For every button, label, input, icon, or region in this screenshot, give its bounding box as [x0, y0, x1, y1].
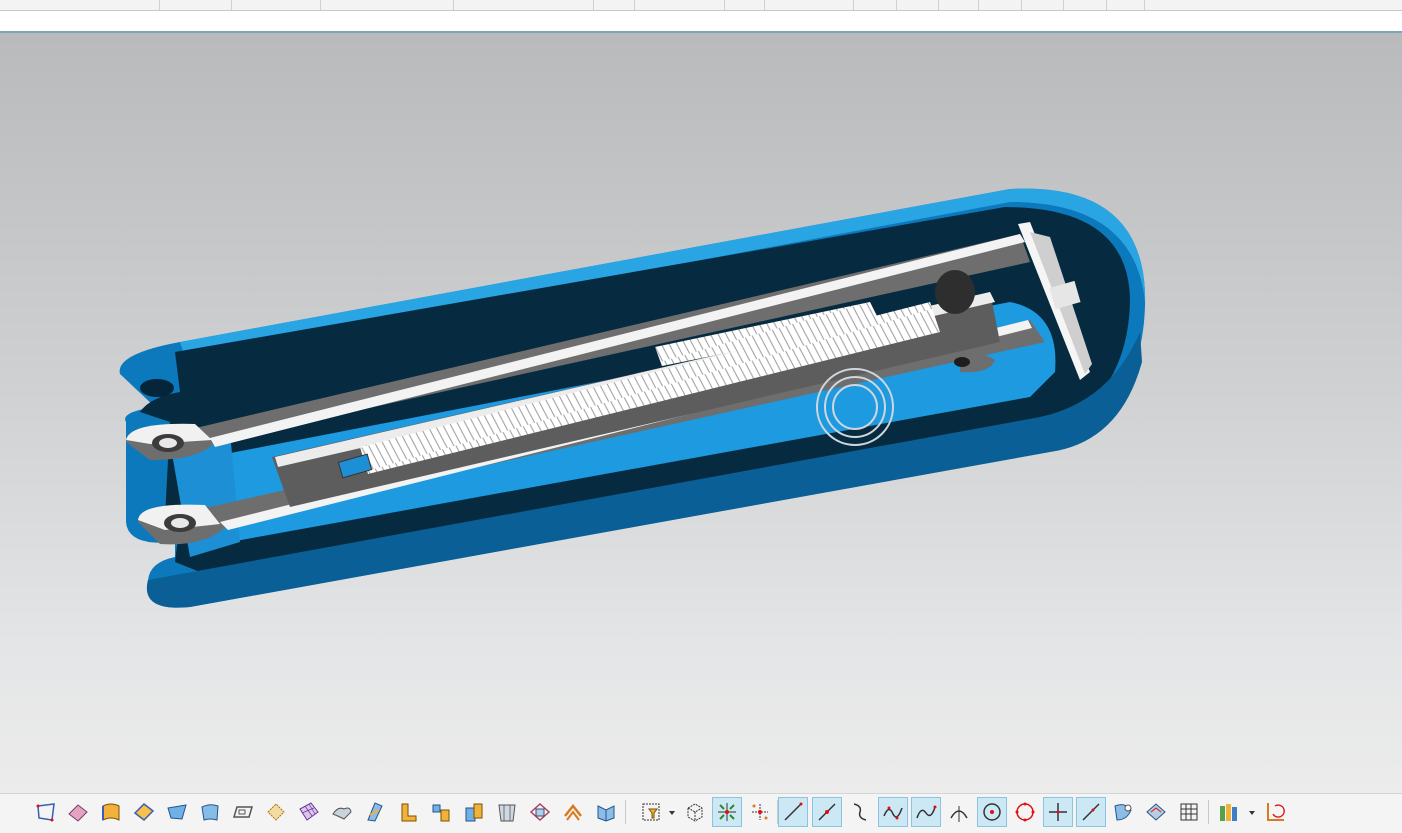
bounded-plane-icon[interactable]	[162, 797, 192, 827]
swept-surface-icon[interactable]	[63, 797, 93, 827]
through-curves-icon[interactable]	[195, 797, 225, 827]
quadrant-point-icon[interactable]	[1010, 797, 1040, 827]
stapler-model[interactable]	[0, 33, 1402, 795]
top-tab[interactable]	[232, 0, 321, 10]
chevron-down-icon[interactable]	[667, 797, 677, 827]
point-on-curve-icon[interactable]	[1076, 797, 1106, 827]
top-tab[interactable]	[725, 0, 765, 10]
spline-poles-icon[interactable]	[911, 797, 941, 827]
line-icon[interactable]	[778, 797, 808, 827]
snap-all-points-icon[interactable]	[712, 797, 742, 827]
mesh-surface-icon[interactable]	[294, 797, 324, 827]
top-tab[interactable]	[939, 0, 979, 10]
grid-icon[interactable]	[1174, 797, 1204, 827]
spline-through-points-icon[interactable]	[878, 797, 908, 827]
top-tab[interactable]	[897, 0, 939, 10]
intersection-point-icon[interactable]	[1043, 797, 1073, 827]
line-midpoint-icon[interactable]	[812, 797, 842, 827]
analysis-shape-icon[interactable]	[1108, 797, 1138, 827]
top-tab[interactable]	[0, 0, 160, 10]
curve-arc-icon[interactable]	[845, 797, 875, 827]
fold-surface-icon[interactable]	[591, 797, 621, 827]
bridge-surface-icon[interactable]	[426, 797, 456, 827]
top-tab[interactable]	[594, 0, 635, 10]
selection-filter-icon[interactable]	[636, 797, 666, 827]
command-bar	[0, 11, 1402, 31]
top-tab[interactable]	[1064, 0, 1107, 10]
n-sided-surface-icon[interactable]	[261, 797, 291, 827]
section-surface-icon[interactable]	[228, 797, 258, 827]
top-tab[interactable]	[765, 0, 854, 10]
arc-tangent-icon[interactable]	[944, 797, 974, 827]
layer-books-icon[interactable]	[1214, 797, 1244, 827]
top-tab[interactable]	[854, 0, 897, 10]
chevron-down-icon[interactable]	[1247, 797, 1257, 827]
top-tab[interactable]	[1107, 0, 1145, 10]
offset-surface-icon[interactable]	[393, 797, 423, 827]
point-on-circle-icon[interactable]	[977, 797, 1007, 827]
measure-angle-icon[interactable]	[1260, 797, 1290, 827]
top-tab[interactable]	[635, 0, 725, 10]
trim-body-icon[interactable]	[459, 797, 489, 827]
top-tab[interactable]	[1022, 0, 1064, 10]
four-point-surface-icon[interactable]	[31, 797, 61, 827]
toolbar-separator	[625, 800, 626, 824]
snap-control-points-icon[interactable]	[745, 797, 775, 827]
wireframe-box-icon[interactable]	[680, 797, 710, 827]
law-extension-icon[interactable]	[360, 797, 390, 827]
ruled-surface-icon[interactable]	[129, 797, 159, 827]
top-tab[interactable]	[321, 0, 454, 10]
3d-viewport[interactable]	[0, 31, 1402, 795]
flange-surface-icon[interactable]	[525, 797, 555, 827]
top-tab-strip	[0, 0, 1402, 11]
bottom-toolbar	[0, 793, 1402, 833]
styled-sweep-icon[interactable]	[327, 797, 357, 827]
patch-surface-icon[interactable]	[492, 797, 522, 827]
wrap-surface-icon[interactable]	[558, 797, 588, 827]
top-tab[interactable]	[454, 0, 594, 10]
extrude-surface-icon[interactable]	[96, 797, 126, 827]
toolbar-separator	[1208, 800, 1209, 824]
face-analysis-icon[interactable]	[1141, 797, 1171, 827]
top-tab[interactable]	[979, 0, 1022, 10]
top-tab[interactable]	[160, 0, 232, 10]
